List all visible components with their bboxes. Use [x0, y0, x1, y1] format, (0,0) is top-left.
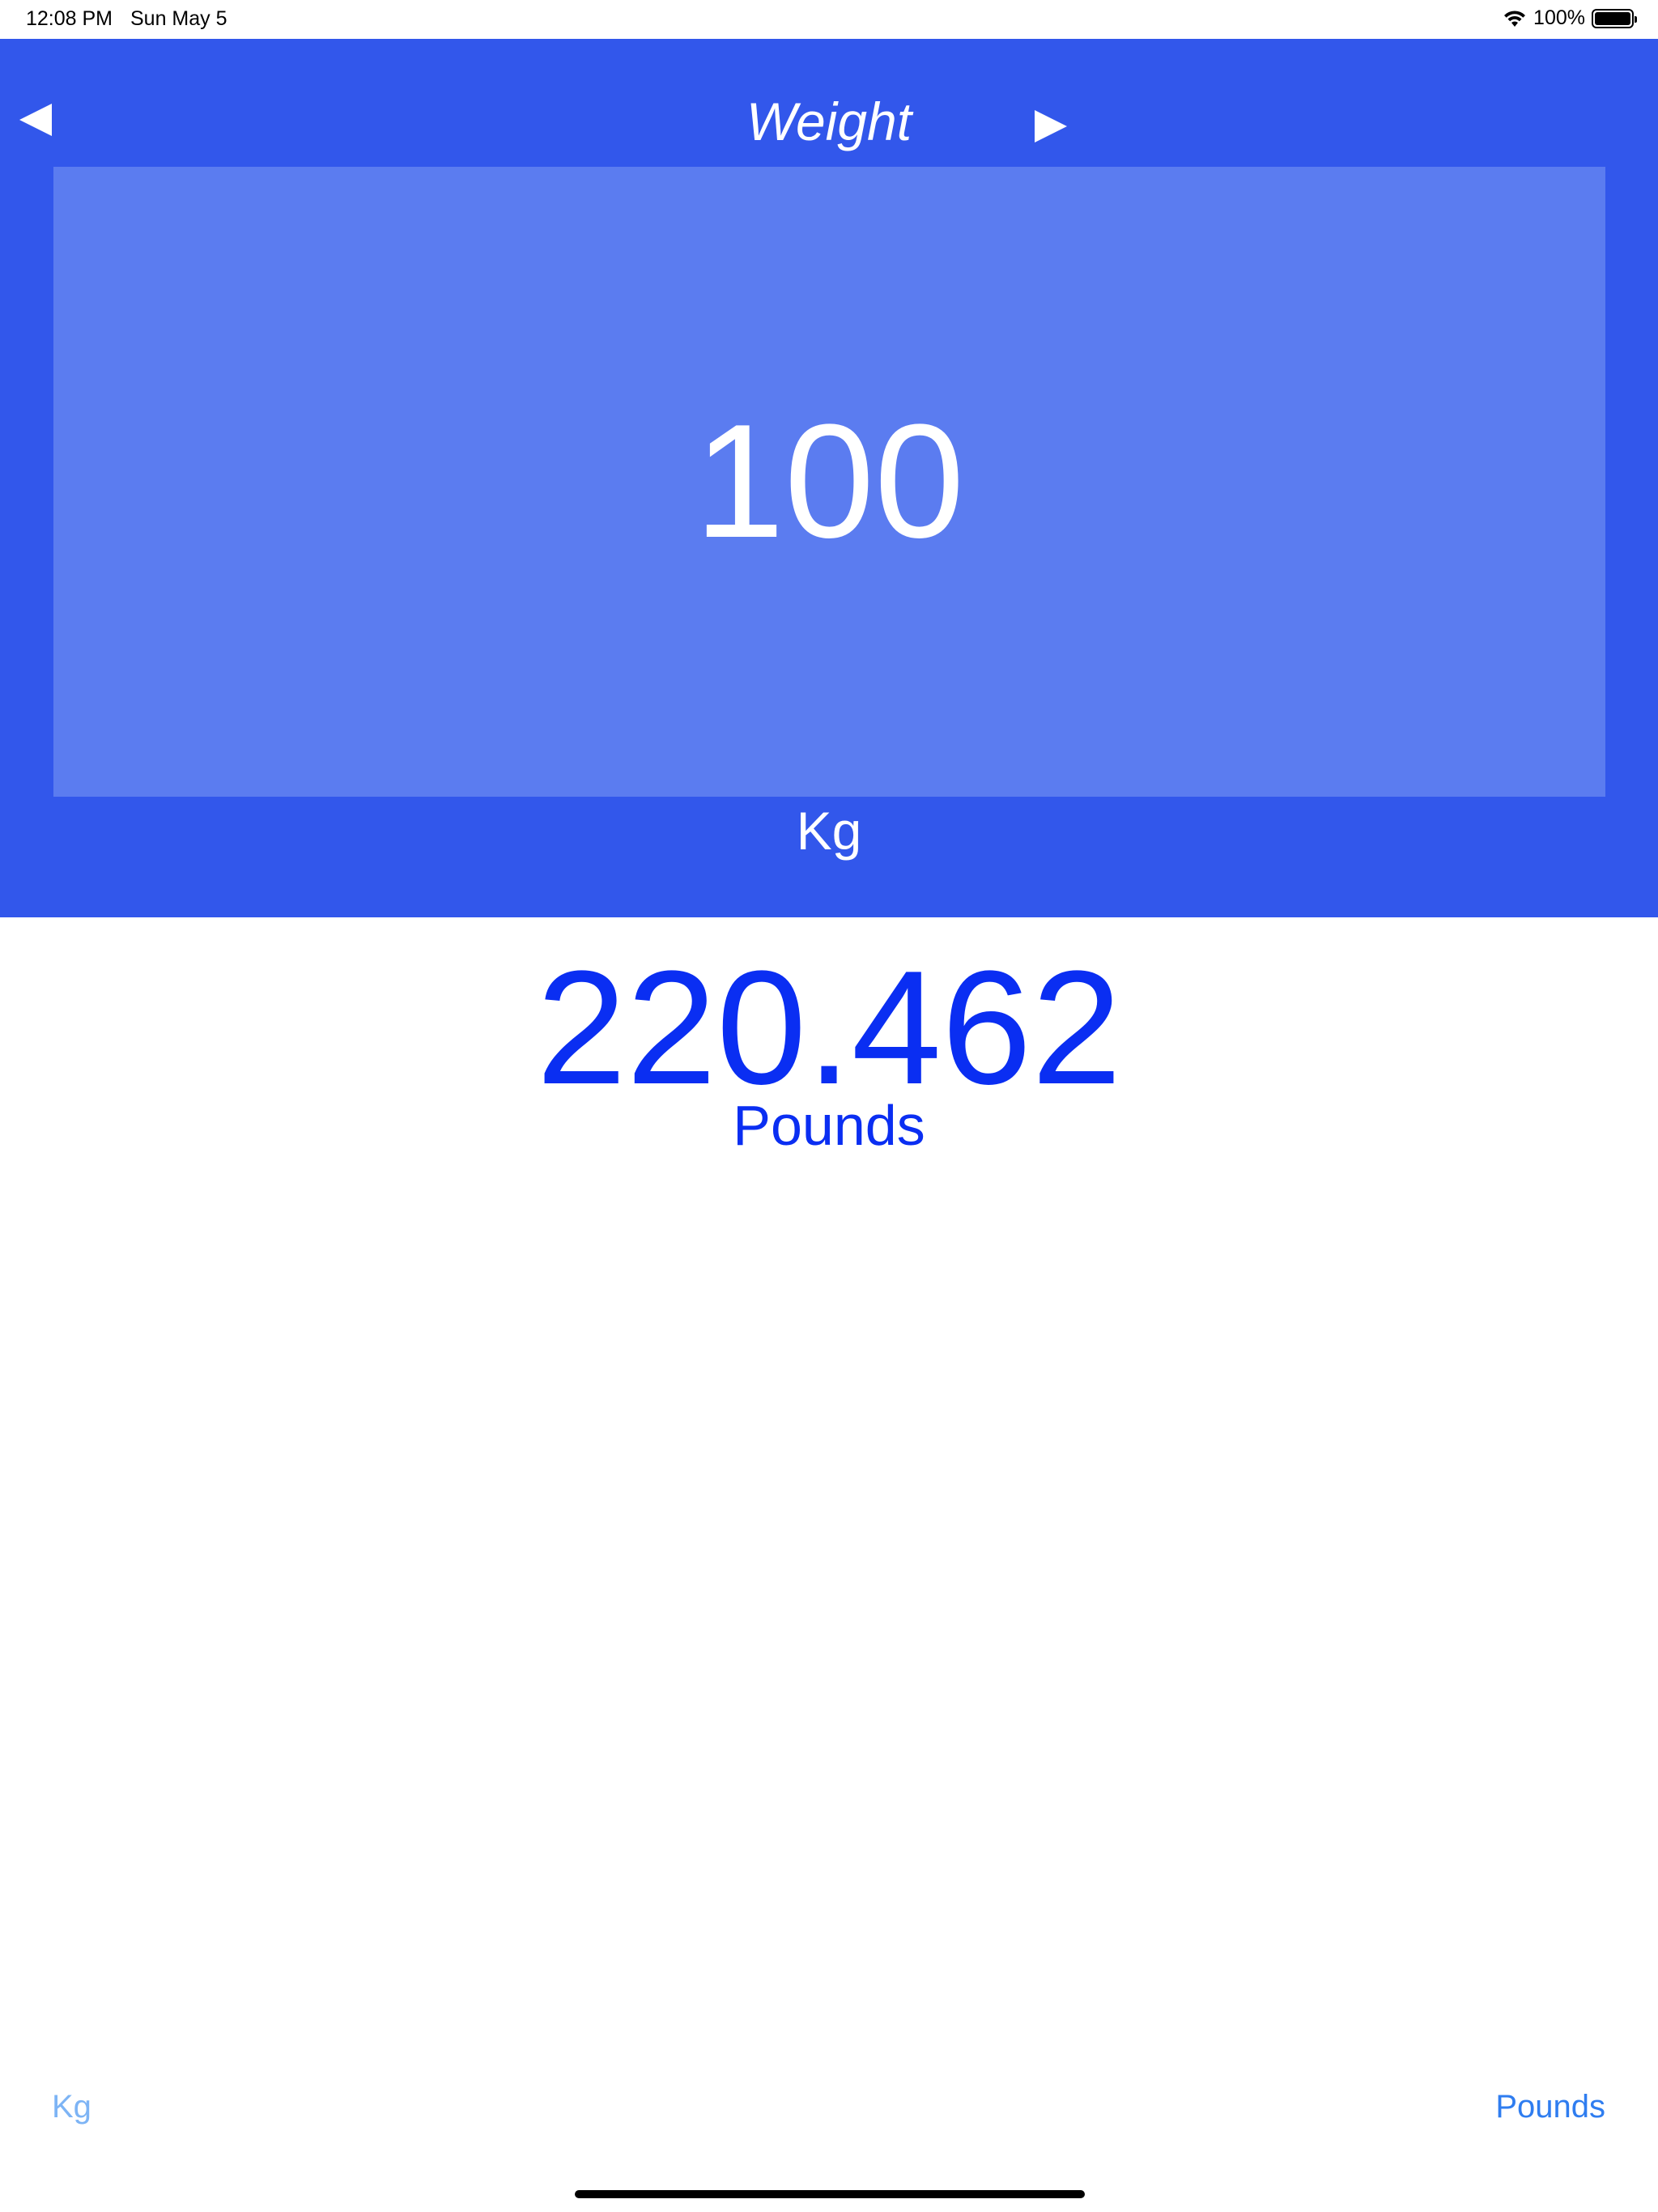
battery-icon — [1592, 8, 1637, 28]
page-title: Weight — [746, 91, 912, 151]
converter-header: Weight 100 Kg — [0, 39, 1658, 917]
home-indicator[interactable] — [575, 2190, 1085, 2198]
status-bar: 12:08 PM Sun May 5 100% — [0, 0, 1658, 39]
battery-level — [1595, 11, 1630, 25]
to-unit-label: Pounds — [733, 1094, 925, 1157]
battery-percent: 100% — [1533, 6, 1585, 29]
status-indicators: 100% — [1503, 6, 1637, 30]
status-date: Sun May 5 — [130, 7, 227, 30]
status-time: 12:08 PM — [26, 7, 113, 30]
triangle-right-icon[interactable] — [1035, 110, 1067, 143]
from-unit-label: Kg — [796, 801, 862, 861]
input-value: 100 — [694, 391, 965, 572]
wifi-icon — [1504, 10, 1526, 27]
tab-pounds[interactable]: Pounds — [1495, 2089, 1605, 2125]
result-value: 220.462 — [536, 938, 1122, 1118]
tab-kg[interactable]: Kg — [52, 2089, 91, 2125]
value-input[interactable]: 100 — [53, 167, 1605, 797]
